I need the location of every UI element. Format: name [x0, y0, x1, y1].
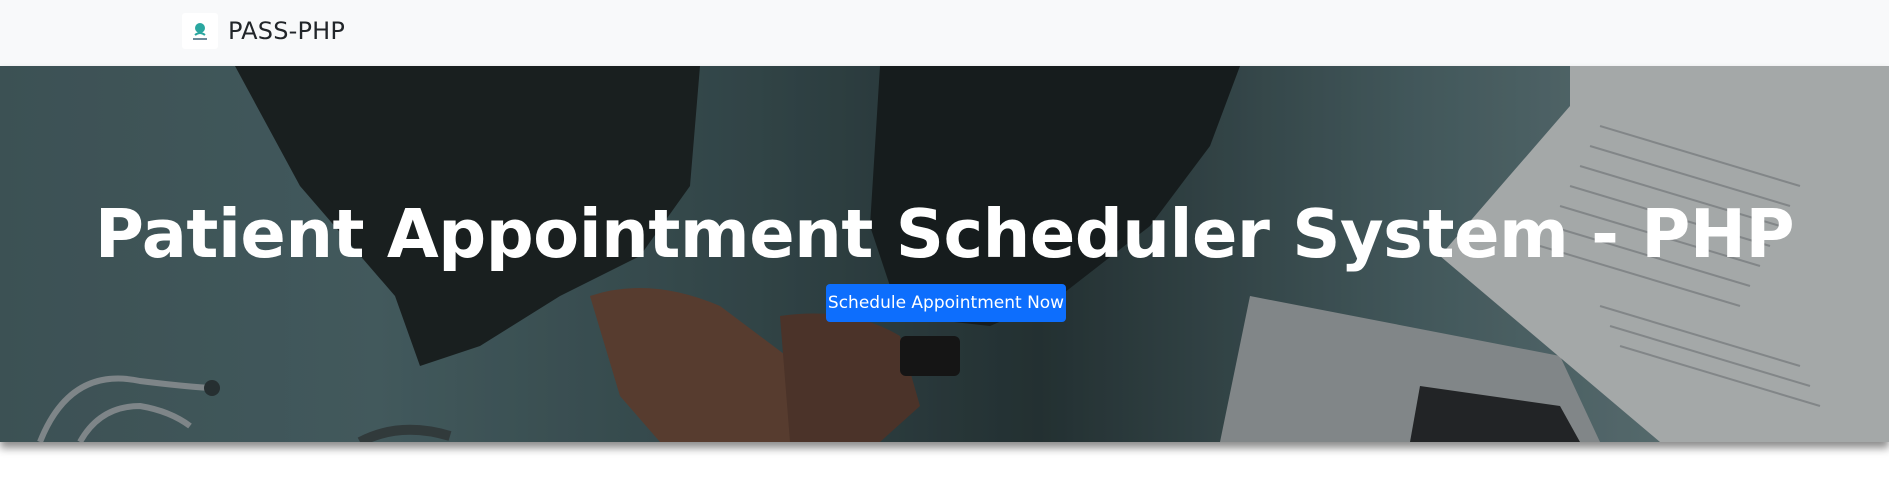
clinic-logo-icon [182, 13, 218, 49]
navbar-brand[interactable]: PASS-PHP [182, 12, 345, 50]
hero-banner: Patient Appointment Scheduler System - P… [0, 66, 1889, 442]
schedule-appointment-button[interactable]: Schedule Appointment Now [826, 284, 1066, 322]
hero-title: Patient Appointment Scheduler System - P… [94, 195, 1795, 273]
top-navbar: PASS-PHP [0, 0, 1889, 66]
brand-name: PASS-PHP [228, 17, 346, 45]
